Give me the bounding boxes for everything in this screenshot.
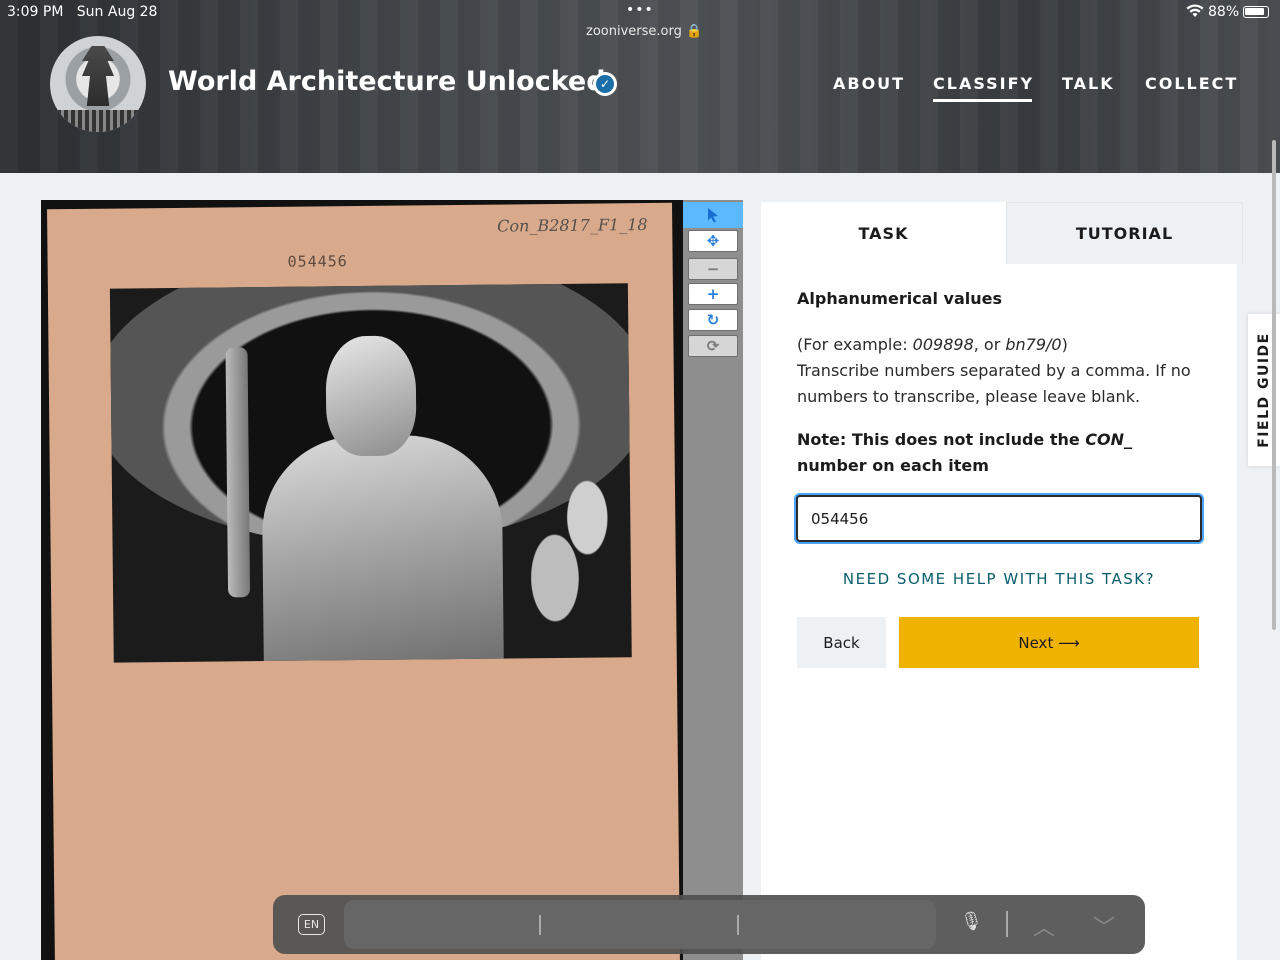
card-number: 054456: [287, 252, 348, 271]
status-date: Sun Aug 28: [76, 4, 158, 20]
field-guide-label: FIELD GUIDE: [1256, 332, 1272, 448]
note-code: CON_: [1085, 430, 1133, 449]
reset-icon[interactable]: ⟳: [688, 335, 738, 357]
suggestion-divider: [737, 915, 739, 935]
archive-card: Con_B2817_F1_18 054456: [47, 202, 680, 960]
card-code: Con_B2817_F1_18: [497, 215, 648, 236]
chevron-up-icon[interactable]: ︿: [1033, 910, 1055, 942]
status-bar: 3:09 PM Sun Aug 28 ••• zooniverse.org 🔒 …: [0, 0, 1280, 46]
sculpture-photo: [109, 283, 632, 663]
nav-talk[interactable]: TALK: [1062, 74, 1115, 93]
toolbar-divider: [1006, 911, 1008, 937]
chevron-down-icon[interactable]: ﹀: [1093, 910, 1115, 942]
multitask-dots-icon[interactable]: •••: [626, 2, 654, 18]
verified-badge-icon: ✓: [593, 72, 617, 96]
image-toolbar: ✥ − + ↻ ⟳: [683, 200, 743, 960]
question-note: Note: This does not include the CON_ num…: [797, 430, 1133, 475]
question-title: Alphanumerical values: [797, 289, 1002, 308]
microphone-icon[interactable]: 🎙: [960, 911, 983, 932]
nav-about[interactable]: ABOUT: [833, 74, 905, 93]
suggestion-divider: [539, 915, 541, 935]
next-button[interactable]: Next ⟶: [899, 617, 1199, 668]
rotate-icon[interactable]: ↻: [688, 309, 738, 331]
project-avatar[interactable]: [50, 36, 146, 132]
back-button[interactable]: Back: [797, 617, 886, 668]
url-label[interactable]: zooniverse.org 🔒: [586, 24, 702, 39]
page-scrollbar[interactable]: [1272, 140, 1276, 630]
battery-icon: [1243, 6, 1269, 18]
instruction-text: Transcribe numbers separated by a comma.…: [797, 361, 1191, 406]
help-link[interactable]: NEED SOME HELP WITH THIS TASK?: [797, 570, 1201, 588]
project-title[interactable]: World Architecture Unlocked: [168, 66, 606, 97]
keyboard-accessory-bar: EN 🎙 ︿ ﹀: [273, 895, 1145, 954]
arrow-right-icon: ⟶: [1058, 633, 1080, 652]
nav-collect[interactable]: COLLECT: [1145, 74, 1238, 93]
task-panel: TASK TUTORIAL Alphanumerical values (For…: [761, 202, 1243, 960]
lock-icon: 🔒: [685, 24, 703, 39]
example-2: bn79/0: [1005, 335, 1062, 354]
example-1: 009898: [912, 335, 974, 354]
suggestion-bar[interactable]: [344, 900, 936, 949]
tab-task[interactable]: TASK: [761, 202, 1006, 264]
zoom-in-icon[interactable]: +: [688, 283, 738, 305]
nav-classify[interactable]: CLASSIFY: [933, 74, 1034, 102]
language-icon[interactable]: EN: [298, 914, 325, 935]
pointer-icon[interactable]: [683, 202, 743, 228]
battery-percent: 88%: [1208, 4, 1240, 20]
question-instructions: (For example: 009898, or bn79/0) Transcr…: [797, 335, 1191, 406]
subject-image[interactable]: Con_B2817_F1_18 054456: [41, 200, 683, 960]
answer-input[interactable]: [796, 495, 1202, 542]
tab-tutorial[interactable]: TUTORIAL: [1006, 202, 1243, 264]
wifi-icon: [1186, 4, 1204, 22]
status-time: 3:09 PM Sun Aug 28: [7, 4, 158, 20]
next-label: Next: [1018, 633, 1054, 652]
zoom-out-icon[interactable]: −: [688, 258, 738, 280]
move-icon[interactable]: ✥: [688, 230, 738, 252]
